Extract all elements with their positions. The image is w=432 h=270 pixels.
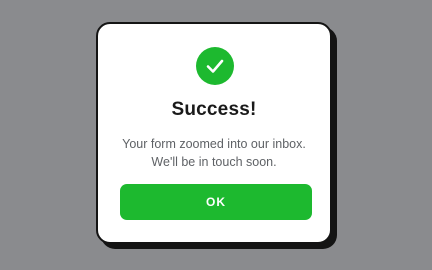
checkmark-glyph	[206, 59, 224, 73]
checkmark-icon	[196, 47, 234, 85]
dialog-message: Your form zoomed into our inbox. We'll b…	[98, 135, 330, 171]
dialog-title: Success!	[171, 99, 257, 120]
ok-button[interactable]: OK	[120, 184, 312, 220]
dialog-message-line-2: We'll be in touch soon.	[151, 155, 277, 169]
success-dialog: Success! Your form zoomed into our inbox…	[96, 22, 332, 244]
dialog-message-line-1: Your form zoomed into our inbox.	[122, 137, 306, 151]
